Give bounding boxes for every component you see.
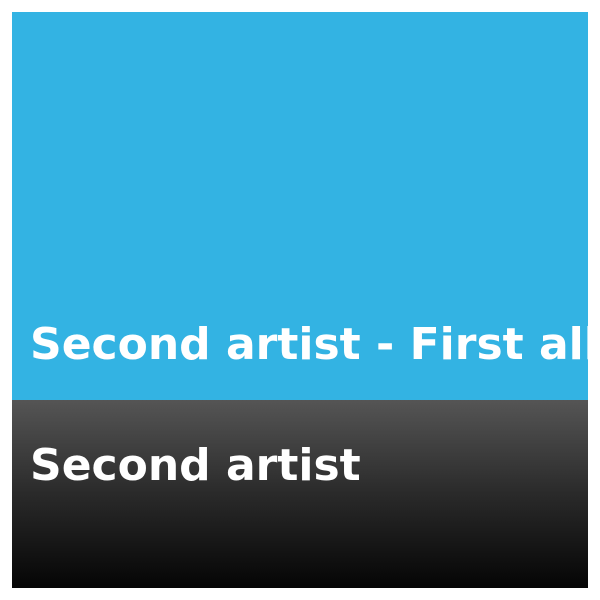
album-tile[interactable]: Second artist - First album xyxy=(12,12,588,400)
media-tile[interactable]: Second artist - First album Second artis… xyxy=(12,12,588,588)
album-title: Second artist - First album xyxy=(30,319,588,370)
artist-name: Second artist xyxy=(30,440,361,491)
artist-tile[interactable]: Second artist xyxy=(12,400,588,588)
